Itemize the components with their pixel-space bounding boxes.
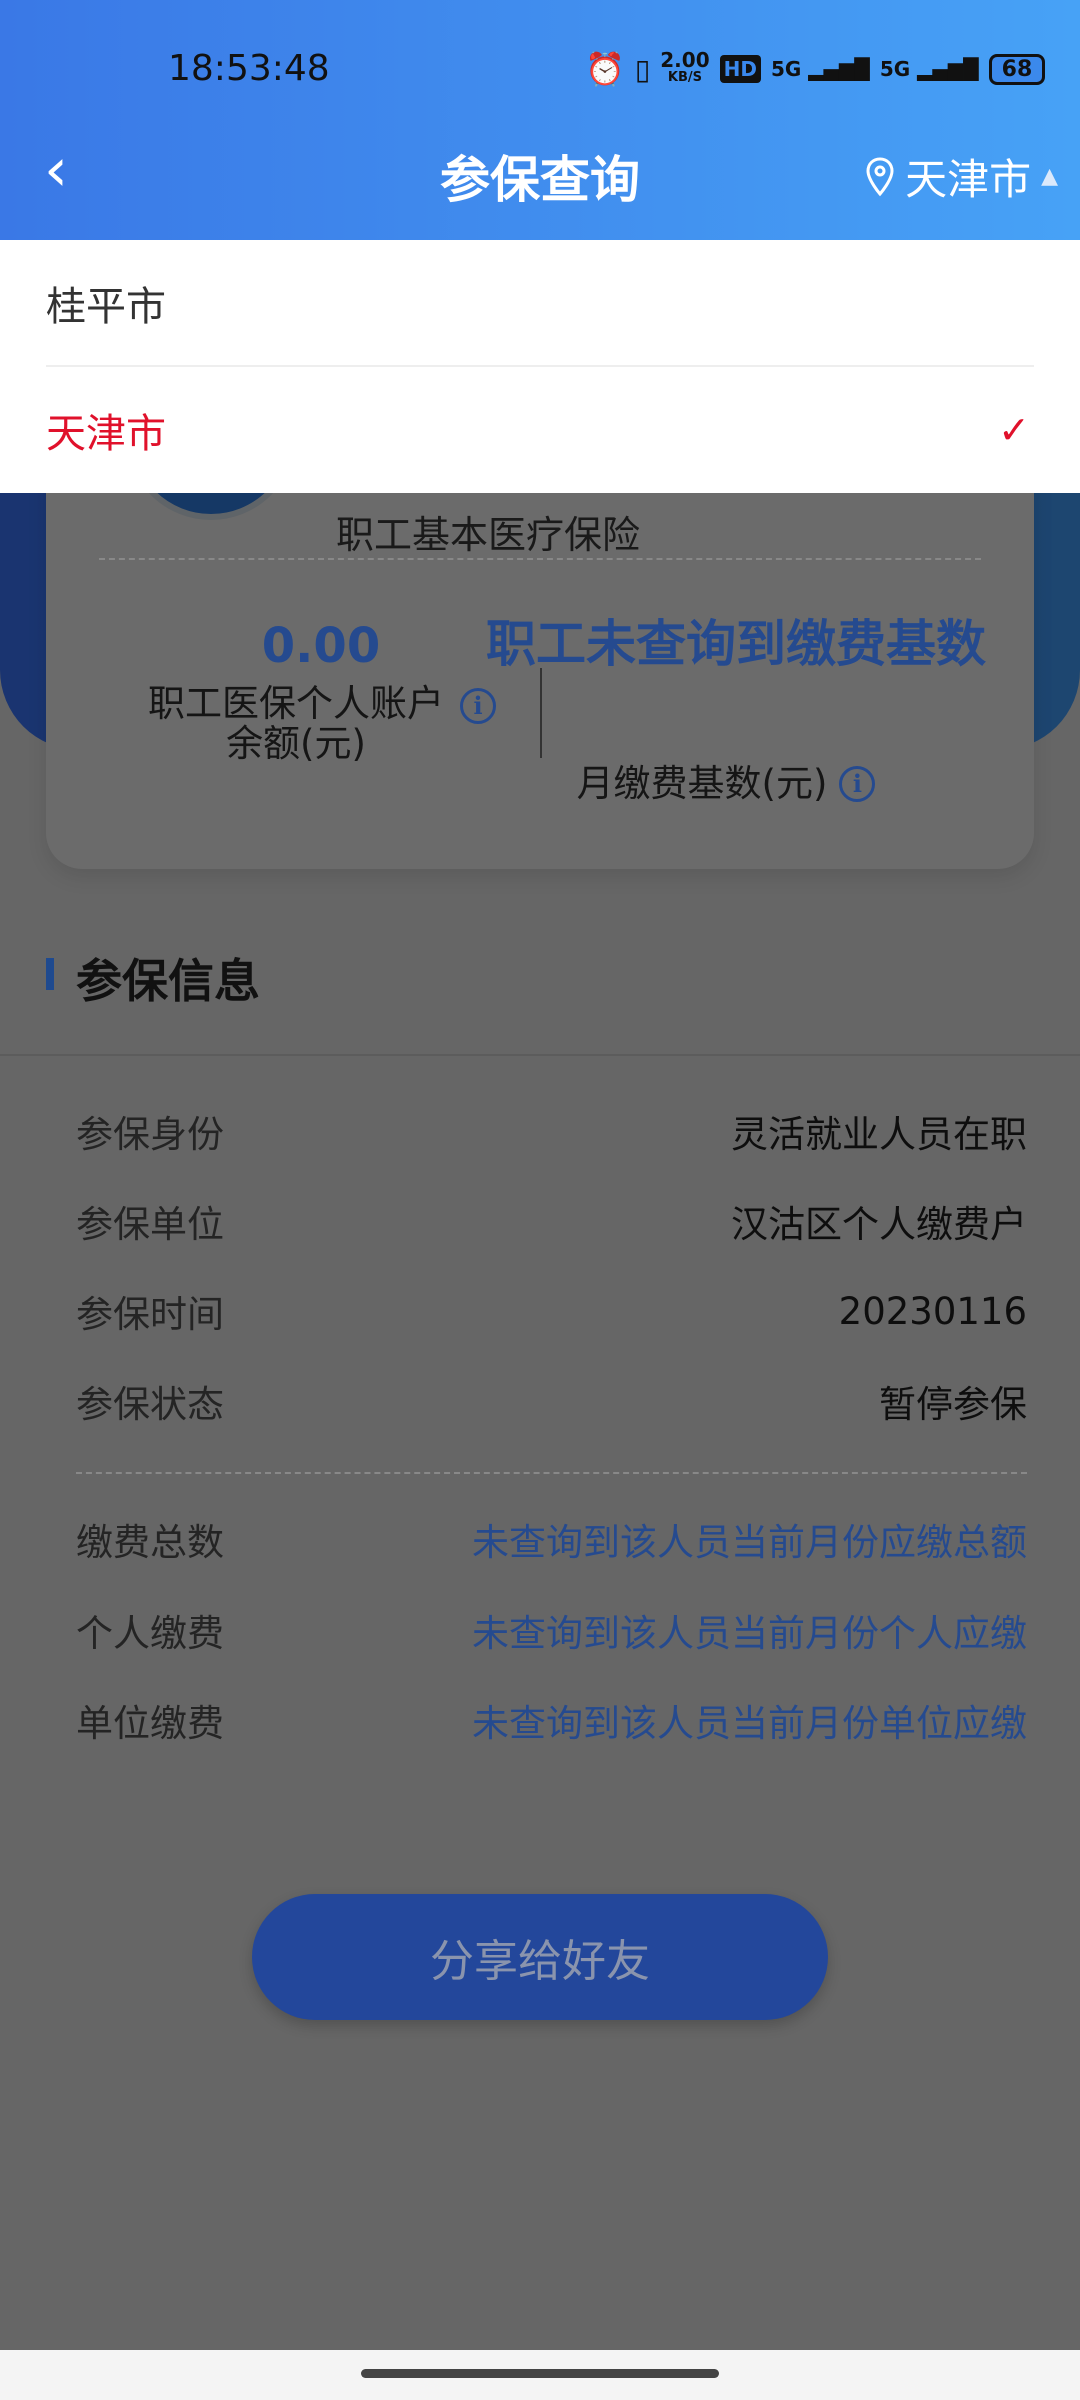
base-value: 职工未查询到缴费基数 [486, 615, 986, 673]
balance-label: 职工医保个人账户余额(元) [148, 682, 444, 765]
city-option[interactable]: 桂平市 [46, 240, 1034, 366]
vertical-divider [540, 668, 542, 758]
vibrate-icon: ▯ [634, 52, 651, 86]
caret-up-icon: ▲ [1041, 164, 1058, 189]
status-time: 18:53:48 [168, 48, 330, 89]
alarm-icon: ⏰ [585, 50, 625, 88]
share-button[interactable]: 分享给好友 [252, 1894, 828, 2020]
city-selector[interactable]: 天津市 ▲ [865, 146, 1058, 207]
city-label: 天津市 [905, 155, 1032, 204]
signal-icon: 5G ▂▄▆█ [879, 57, 979, 81]
section-marker [46, 958, 54, 990]
base-label: 月缴费基数(元) [576, 762, 828, 805]
check-icon: ✓ [998, 408, 1030, 452]
divider [0, 1054, 1080, 1056]
info-row: 参保状态 暂停参保 [76, 1383, 1027, 1426]
info-icon[interactable]: i [839, 766, 876, 802]
location-pin-icon [866, 156, 894, 196]
city-dropdown: 桂平市 天津市 ✓ [0, 240, 1080, 493]
divider [99, 558, 981, 560]
insurance-name: 职工基本医疗保险 [336, 513, 641, 557]
divider [76, 1472, 1027, 1474]
info-row: 参保单位 汉沽区个人缴费户 [76, 1203, 1027, 1246]
pay-row: 个人缴费 未查询到该人员当前月份个人应缴 [76, 1612, 1027, 1655]
info-row: 参保时间 20230116 [76, 1289, 1027, 1337]
hd-icon: HD [719, 55, 761, 83]
balance-value: 0.00 [261, 618, 381, 674]
net-unit: KB/S [667, 70, 702, 85]
net-speed: 2.00 [660, 48, 710, 72]
header: 18:53:48 ⏰ ▯ 2.00 KB/S HD 5G ▂▄▆█ 5G ▂▄▆█… [0, 0, 1080, 240]
home-indicator[interactable] [361, 2369, 719, 2378]
city-option-selected[interactable]: 天津市 ✓ [46, 367, 1034, 493]
battery-icon: 68 [988, 53, 1046, 85]
signal-icon: 5G ▂▄▆█ [770, 57, 870, 81]
pay-row: 单位缴费 未查询到该人员当前月份单位应缴 [76, 1702, 1027, 1745]
info-icon[interactable]: i [460, 688, 496, 724]
info-row: 参保身份 灵活就业人员在职 [76, 1113, 1027, 1156]
pay-row: 缴费总数 未查询到该人员当前月份应缴总额 [76, 1521, 1027, 1564]
section-title: 参保信息 [76, 954, 260, 1008]
